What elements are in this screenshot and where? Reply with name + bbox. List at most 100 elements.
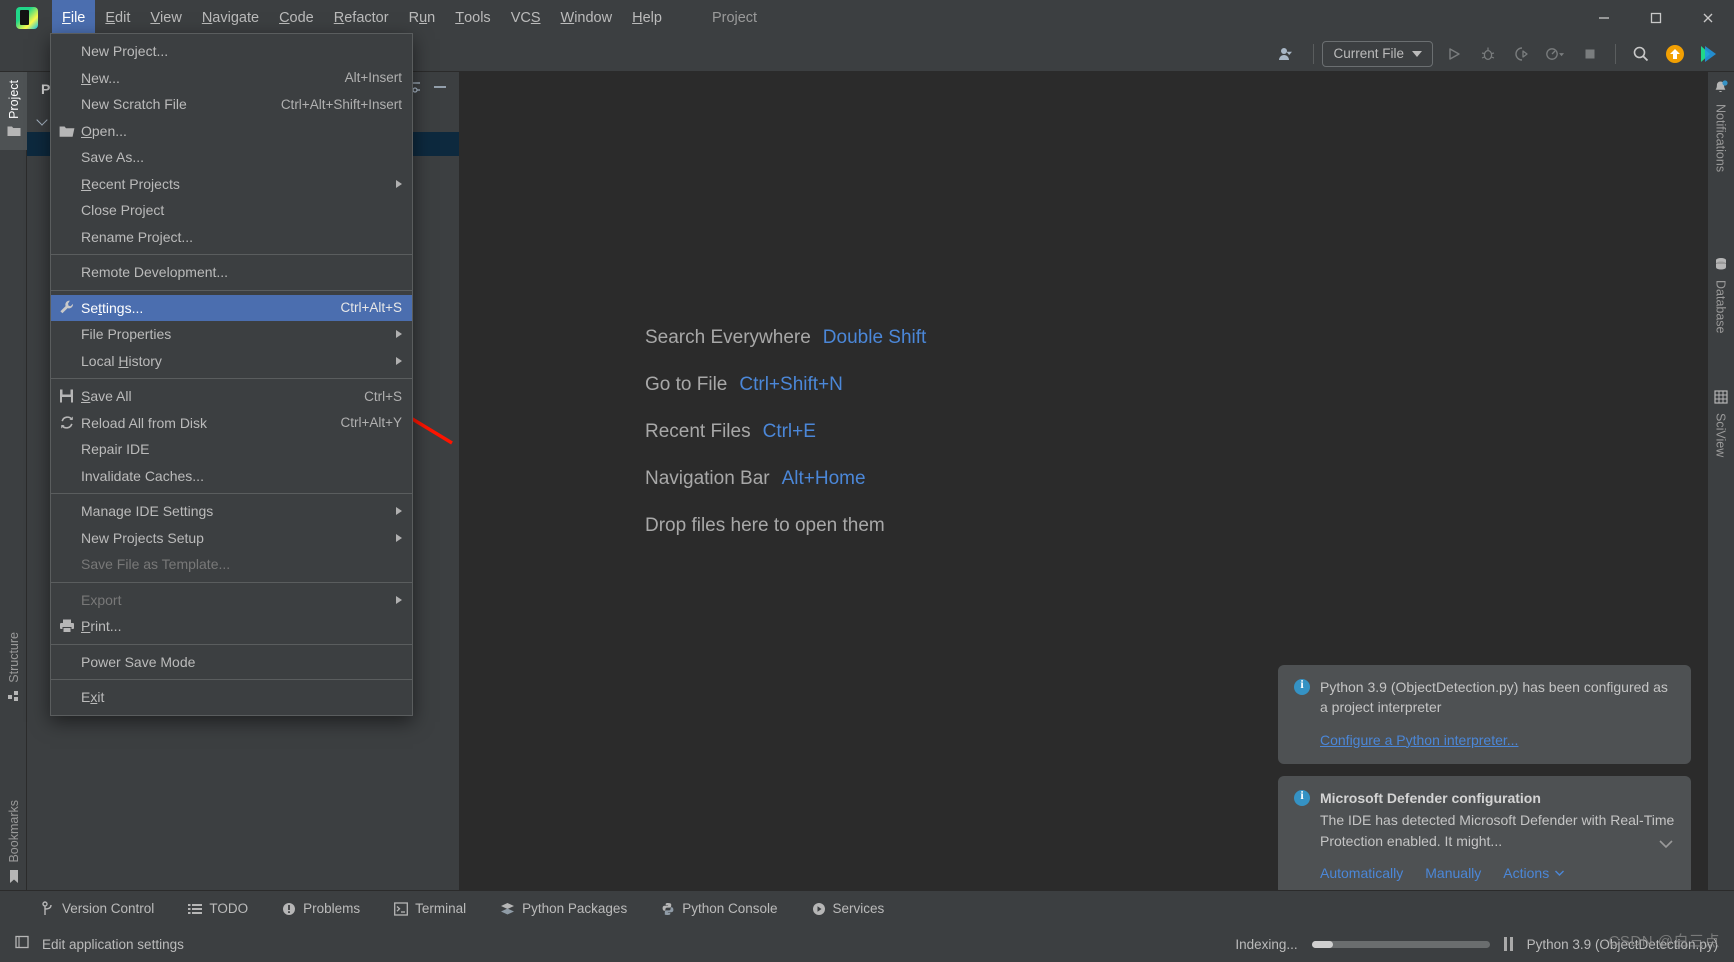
menu-item-label: Local History (81, 352, 162, 369)
bottom-tab-todo[interactable]: TODO (184, 896, 252, 922)
menu-item-print[interactable]: Print... (51, 613, 412, 640)
editor-shortcut-hints: Search Everywhere Double Shift Go to File C… (645, 327, 926, 537)
notification-microsoft-defender[interactable]: Microsoft Defender configuration The IDE… (1278, 776, 1691, 895)
bottom-tab-label: Problems (303, 901, 361, 916)
menu-help[interactable]: Help (622, 0, 672, 36)
bottom-tab-services[interactable]: Services (808, 896, 889, 922)
menu-item-invalidate-caches[interactable]: Invalidate Caches... (51, 463, 412, 490)
bell-icon (1713, 80, 1728, 98)
ide-icon[interactable] (1694, 41, 1724, 67)
menu-file[interactable]: File (52, 0, 96, 36)
update-icon[interactable] (1660, 41, 1690, 67)
sidebar-item-bookmarks[interactable]: Bookmarks (0, 792, 27, 895)
menu-item-label: Open... (81, 122, 127, 139)
bottom-tab-python-console[interactable]: Python Console (657, 896, 781, 922)
menu-item-new-projects-setup[interactable]: New Projects Setup (51, 525, 412, 552)
menu-item-save-as[interactable]: Save As... (51, 144, 412, 171)
sidebar-item-notifications[interactable]: Notifications (1707, 80, 1734, 172)
menu-item-exit[interactable]: Exit (51, 684, 412, 711)
menu-run[interactable]: Run (399, 0, 446, 36)
menu-view[interactable]: View (140, 0, 191, 36)
hide-panel-icon[interactable] (431, 79, 449, 100)
editor-hint: Drop files here to open them (645, 515, 926, 537)
search-icon[interactable] (1626, 41, 1656, 67)
menu-item-label: Exit (81, 689, 105, 706)
stop-icon[interactable] (1575, 41, 1605, 67)
profile-icon[interactable] (1541, 41, 1571, 67)
grid-icon (1713, 390, 1728, 407)
pause-indexing-button[interactable] (1503, 937, 1513, 951)
chevron-down-icon[interactable] (37, 114, 49, 126)
file-menu-dropdown[interactable]: New Project... New... Alt+Insert New Scratc… (50, 33, 413, 716)
menu-item-rename-project[interactable]: Rename Project... (51, 224, 412, 251)
run-icon[interactable] (1439, 41, 1469, 67)
menu-item-reload-all-from-disk[interactable]: Reload All from Disk Ctrl+Alt+Y (51, 410, 412, 437)
toolbar-separator (1313, 43, 1315, 64)
menu-item-save-all[interactable]: Save All Ctrl+S (51, 383, 412, 410)
widget-icon[interactable] (14, 934, 30, 955)
bottom-tab-terminal[interactable]: Terminal (390, 896, 470, 922)
menu-navigate[interactable]: Navigate (192, 0, 269, 36)
menu-item-repair-ide[interactable]: Repair IDE (51, 436, 412, 463)
defender-automatically-action[interactable]: Automatically (1320, 865, 1403, 881)
menu-item-new-scratch-file[interactable]: New Scratch File Ctrl+Alt+Shift+Insert (51, 91, 412, 118)
menu-window[interactable]: Window (551, 0, 623, 36)
reload-icon (58, 414, 75, 431)
menu-vcs[interactable]: VC S (501, 0, 551, 36)
menu-edit[interactable]: Edit (95, 0, 140, 36)
sidebar-item-project[interactable]: Project (0, 72, 27, 150)
editor-hint-label: Go to File (645, 374, 728, 395)
chevron-down-icon (1555, 870, 1565, 876)
account-icon[interactable] (1273, 41, 1303, 67)
menu-item-power-save-mode[interactable]: Power Save Mode (51, 649, 412, 676)
menu-item-recent-projects[interactable]: Recent Projects (51, 171, 412, 198)
menu-item-remote-development[interactable]: Remote Development... (51, 259, 412, 286)
run-coverage-icon[interactable] (1507, 41, 1537, 67)
menu-item-label: Recent Projects (81, 175, 180, 192)
run-configuration-selector[interactable]: Current File (1322, 40, 1433, 67)
sidebar-item-structure-label: Structure (6, 632, 21, 683)
menu-item-new-project[interactable]: New Project... (51, 38, 412, 65)
menu-item-save-file-as-template: Save File as Template... (51, 551, 412, 578)
menu-item-new[interactable]: New... Alt+Insert (51, 65, 412, 92)
menu-item-settings[interactable]: Settings... Ctrl+Alt+S (51, 294, 412, 321)
defender-actions-dropdown[interactable]: Actions (1503, 865, 1565, 881)
notification-python-interpreter[interactable]: Python 3.9 (ObjectDetection.py) has been… (1278, 665, 1691, 764)
menu-item-open[interactable]: Open... (51, 118, 412, 145)
chevron-down-icon (1412, 50, 1422, 57)
editor-hint-shortcut: Double Shift (822, 327, 927, 348)
close-button[interactable] (1682, 0, 1734, 36)
menu-separator (51, 679, 412, 680)
menu-item-shortcut: Alt+Insert (344, 70, 402, 86)
bottom-tab-problems[interactable]: Problems (278, 896, 364, 922)
menu-item-manage-ide-settings[interactable]: Manage IDE Settings (51, 498, 412, 525)
bottom-tab-version-control[interactable]: Version Control (38, 896, 158, 922)
defender-manually-action[interactable]: Manually (1425, 865, 1481, 881)
main-menu-bar[interactable]: File Edit View Navigate Code Refactor Ru n Tools… (52, 0, 672, 36)
menu-item-file-properties[interactable]: File Properties (51, 321, 412, 348)
sidebar-item-sciview[interactable]: SciView (1707, 390, 1734, 457)
menu-item-local-history[interactable]: Local History (51, 348, 412, 375)
chevron-down-icon[interactable] (1657, 837, 1675, 853)
minimize-button[interactable] (1578, 0, 1630, 36)
menu-tools[interactable]: Tools (445, 0, 500, 36)
packages-icon (500, 902, 515, 916)
chevron-right-icon (396, 356, 402, 365)
notification-body-text: The IDE has detected Microsoft Defender … (1320, 812, 1675, 849)
folder-icon (58, 122, 75, 139)
window-controls (1578, 0, 1734, 36)
editor-hint-label: Navigation Bar (645, 468, 770, 489)
menu-code[interactable]: Code (269, 0, 324, 36)
editor-hint: Recent Files Ctrl+E (645, 421, 926, 443)
menu-refactor[interactable]: Refactor (324, 0, 399, 36)
menu-item-close-project[interactable]: Close Project (51, 197, 412, 224)
configure-python-interpreter-link[interactable]: Configure a Python interpreter... (1320, 730, 1518, 750)
maximize-button[interactable] (1630, 0, 1682, 36)
sidebar-item-database[interactable]: Database (1707, 257, 1734, 334)
debug-icon[interactable] (1473, 41, 1503, 67)
watermark: CSDN @白三点 (1608, 933, 1720, 950)
bottom-tab-python-packages[interactable]: Python Packages (496, 896, 631, 922)
editor-hint-label: Recent Files (645, 421, 751, 442)
title-bar: File Edit View Navigate Code Refactor Ru n Tools… (0, 0, 1734, 36)
sidebar-item-project-label: Project (6, 80, 21, 119)
